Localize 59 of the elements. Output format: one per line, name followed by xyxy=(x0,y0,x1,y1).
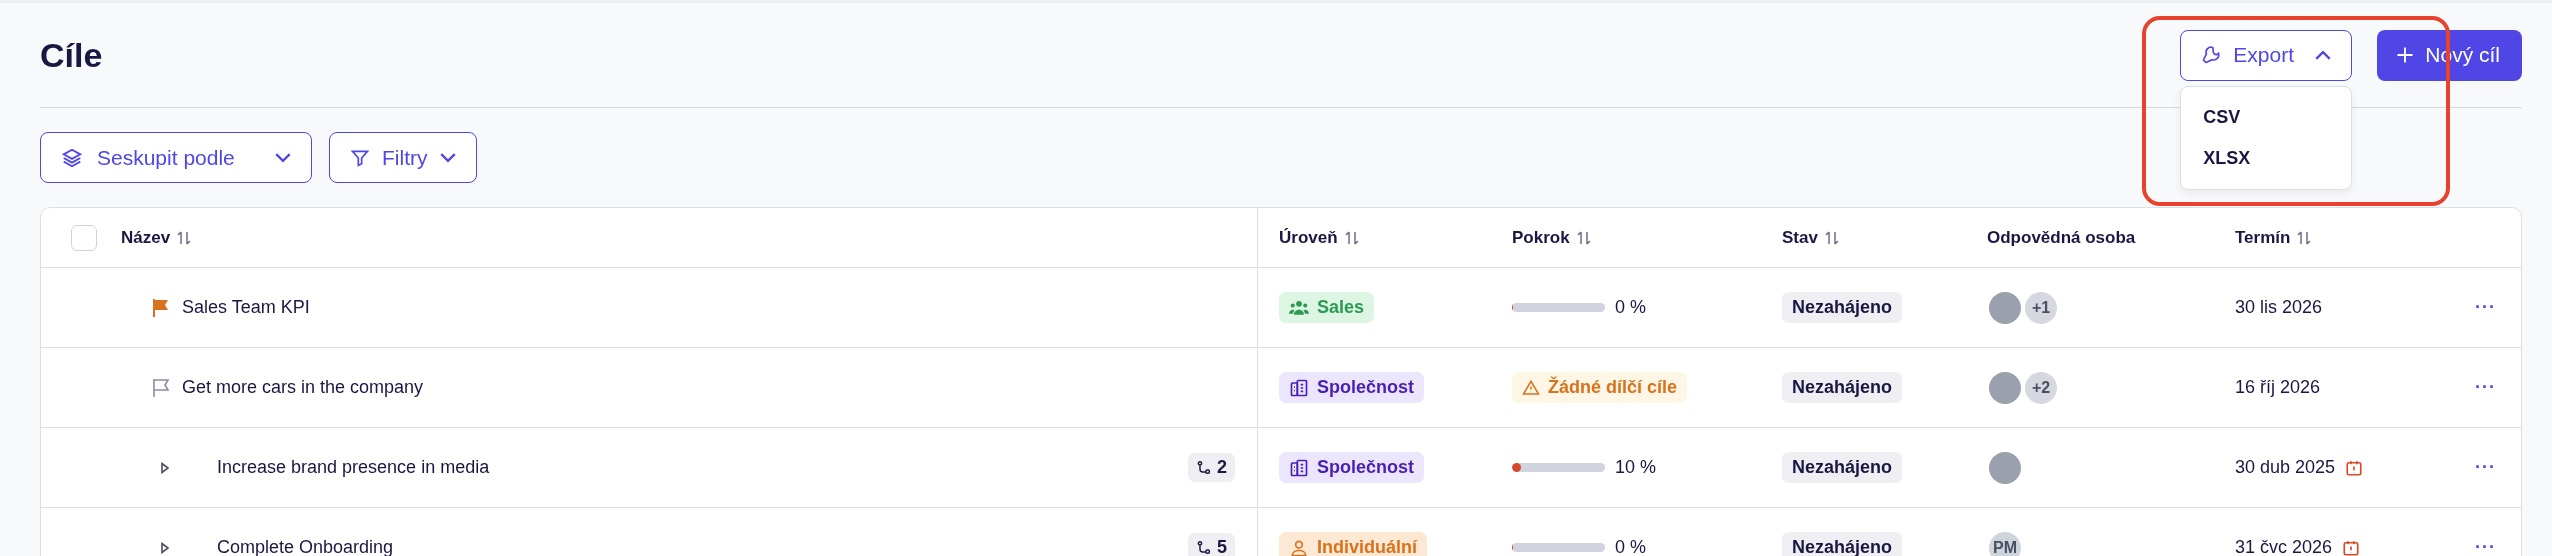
warning-icon xyxy=(1522,378,1540,397)
expand-caret-icon[interactable] xyxy=(159,461,171,474)
menu-item[interactable]: CSV xyxy=(2181,96,2352,138)
column-header[interactable]: Název xyxy=(121,227,194,248)
flag-icon[interactable] xyxy=(152,377,170,398)
building-icon xyxy=(1289,377,1309,398)
flag-icon[interactable] xyxy=(152,297,170,318)
goal-name[interactable]: Sales Team KPI xyxy=(182,297,310,318)
more-owners-count: +2 xyxy=(2023,369,2059,406)
warning-badge: Žádné dílčí cíle xyxy=(1512,372,1688,403)
more-options-button[interactable]: ··· xyxy=(2475,377,2496,398)
column-header[interactable]: Úroveň xyxy=(1279,227,1361,248)
column-header[interactable]: Pokrok xyxy=(1512,227,1593,248)
subgoal-count: 2 xyxy=(1188,453,1235,482)
column-header[interactable]: Stav xyxy=(1782,227,1841,248)
deadline-date: 31 čvc 2026 xyxy=(2235,537,2333,556)
chevron-up-icon xyxy=(2315,50,2332,60)
sort-icon[interactable] xyxy=(2295,228,2314,247)
scope-badge: Společnost xyxy=(1279,372,1424,403)
more-owners-count: +1 xyxy=(2023,289,2059,326)
more-options-button[interactable]: ··· xyxy=(2475,457,2496,478)
status-badge: Nezahájeno xyxy=(1782,292,1903,323)
chevron-down-icon xyxy=(275,153,291,162)
progress-reading: 0 % xyxy=(1615,297,1647,318)
scope-badge: Individuální xyxy=(1279,532,1427,556)
scope-badge: Sales xyxy=(1279,292,1375,323)
filters-button[interactable]: Filtry xyxy=(329,132,477,183)
column-header[interactable]: Termín xyxy=(2235,227,2314,248)
layers-icon xyxy=(61,146,83,169)
chevron-down-icon xyxy=(439,153,456,162)
subgoal-count: 5 xyxy=(1188,533,1235,556)
building-icon xyxy=(1289,457,1309,478)
page-title: Cíle xyxy=(40,35,103,75)
progress-reading: 10 % xyxy=(1615,457,1657,478)
status-badge: Nezahájeno xyxy=(1782,372,1903,403)
goal-name[interactable]: Get more cars in the company xyxy=(182,377,424,398)
deadline-date: 30 lis 2026 xyxy=(2235,297,2323,318)
branch-icon xyxy=(1196,539,1212,556)
status-badge: Nezahájeno xyxy=(1782,452,1903,483)
select-all-checkbox[interactable] xyxy=(71,224,97,251)
group-by-button[interactable]: Seskupit podle xyxy=(40,132,312,183)
menu-item[interactable]: XLSX xyxy=(2181,137,2352,179)
scope-badge: Společnost xyxy=(1279,452,1424,483)
people-icon xyxy=(1289,298,1309,317)
column-header: Odpovědná osoba xyxy=(1987,227,2136,248)
sort-icon[interactable] xyxy=(175,228,194,247)
goal-name[interactable]: Complete Onboarding xyxy=(217,537,394,556)
deadline-date: 16 říj 2026 xyxy=(2235,377,2321,398)
progress-reading: 0 % xyxy=(1615,537,1647,556)
more-options-button[interactable]: ··· xyxy=(2475,297,2496,318)
goal-name[interactable]: Increase brand presence in media xyxy=(217,457,490,478)
status-badge: Nezahájeno xyxy=(1782,532,1903,556)
expand-caret-icon[interactable] xyxy=(159,541,171,554)
branch-icon xyxy=(1196,459,1212,476)
plus-icon xyxy=(2395,45,2416,65)
avatar: PM xyxy=(1987,529,2023,556)
deadline-date: 30 dub 2025 xyxy=(2235,457,2336,478)
export-button[interactable]: Export xyxy=(2180,29,2353,81)
more-options-button[interactable]: ··· xyxy=(2475,537,2496,556)
